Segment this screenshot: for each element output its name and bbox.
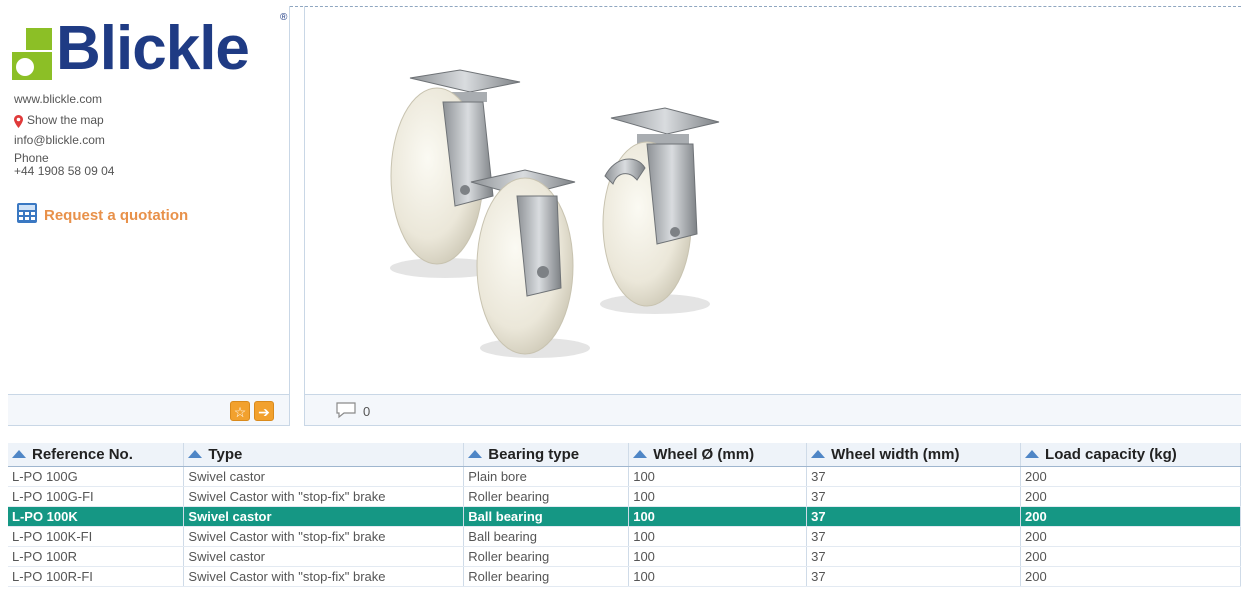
cell-bearing: Roller bearing [463, 566, 630, 587]
logo-mark [10, 28, 52, 80]
table-row[interactable]: L-PO 100G-FI Swivel Castor with "stop-fi… [8, 486, 1241, 507]
brand-name: Blickle [56, 14, 250, 83]
cell-diameter: 100 [628, 546, 808, 567]
cell-type: Swivel castor [183, 546, 465, 567]
contact-block: www.blickle.com Show the map info@blickl… [14, 92, 114, 178]
sort-asc-icon [811, 450, 826, 458]
cell-type: Swivel Castor with "stop-fix" brake [183, 526, 465, 547]
cell-load: 200 [1020, 566, 1241, 587]
map-pin-icon [14, 114, 23, 128]
email-link[interactable]: info@blickle.com [14, 133, 105, 148]
table-row-selected[interactable]: L-PO 100K Swivel castor Ball bearing 100… [8, 506, 1241, 527]
cell-load: 200 [1020, 486, 1241, 507]
cell-width: 37 [806, 466, 1022, 487]
cell-width: 37 [806, 486, 1022, 507]
table-row[interactable]: L-PO 100R-FI Swivel Castor with "stop-fi… [8, 566, 1241, 587]
cell-reference: L-PO 100G [8, 466, 185, 487]
cell-diameter: 100 [628, 486, 808, 507]
col-wheel-width[interactable]: Wheel width (mm) [806, 443, 1022, 467]
col-type[interactable]: Type [183, 443, 465, 467]
table-row[interactable]: L-PO 100R Swivel castor Roller bearing 1… [8, 546, 1241, 567]
cell-diameter: 100 [628, 506, 808, 527]
product-image[interactable] [375, 56, 795, 386]
cell-diameter: 100 [628, 466, 808, 487]
col-load-capacity[interactable]: Load capacity (kg) [1020, 443, 1241, 467]
cell-bearing: Ball bearing [463, 506, 630, 527]
brand-logo[interactable]: Blickle [10, 14, 250, 83]
supplier-sidebar: Blickle ® www.blickle.com Show the map i… [8, 6, 290, 394]
col-reference[interactable]: Reference No. [8, 443, 185, 467]
cell-reference: L-PO 100G-FI [8, 486, 185, 507]
sort-asc-icon [188, 450, 203, 458]
request-quotation-button[interactable]: Request a quotation [16, 202, 188, 229]
cell-width: 37 [806, 546, 1022, 567]
sidebar-footer: ☆ ➔ [8, 394, 290, 426]
cell-bearing: Roller bearing [463, 486, 630, 507]
cell-bearing: Ball bearing [463, 526, 630, 547]
cell-diameter: 100 [628, 566, 808, 587]
arrow-right-icon[interactable]: ➔ [254, 401, 274, 421]
request-quotation-label: Request a quotation [44, 207, 189, 224]
col-bearing-type[interactable]: Bearing type [463, 443, 630, 467]
calculator-icon [16, 202, 38, 229]
sort-asc-icon [12, 450, 26, 458]
phone-label: Phone [14, 151, 49, 165]
product-image-area [304, 6, 1241, 394]
col-wheel-diameter[interactable]: Wheel Ø (mm) [628, 443, 808, 467]
cell-bearing: Plain bore [463, 466, 630, 487]
website-link[interactable]: www.blickle.com [14, 92, 102, 107]
registered-mark: ® [280, 12, 288, 23]
phone-number: +44 1908 58 09 04 [14, 164, 115, 178]
sort-asc-icon [468, 450, 483, 458]
cell-reference: L-PO 100K [8, 506, 185, 527]
cell-type: Swivel Castor with "stop-fix" brake [183, 486, 465, 507]
cell-load: 200 [1020, 506, 1241, 527]
cell-width: 37 [806, 566, 1022, 587]
cell-load: 200 [1020, 546, 1241, 567]
cell-reference: L-PO 100R-FI [8, 566, 185, 587]
cell-load: 200 [1020, 526, 1241, 547]
table-row[interactable]: L-PO 100K-FI Swivel Castor with "stop-fi… [8, 526, 1241, 547]
cell-load: 200 [1020, 466, 1241, 487]
image-footer: 0 [304, 394, 1241, 426]
cell-type: Swivel castor [183, 466, 465, 487]
sort-asc-icon [633, 450, 648, 458]
cell-reference: L-PO 100K-FI [8, 526, 185, 547]
sort-asc-icon [1025, 450, 1040, 458]
table-header-row: Reference No. Type Bearing type Wheel Ø … [8, 443, 1241, 467]
cell-width: 37 [806, 526, 1022, 547]
comment-count: 0 [363, 404, 371, 419]
comment-icon [335, 401, 357, 422]
cell-diameter: 100 [628, 526, 808, 547]
comments-button[interactable]: 0 [335, 401, 370, 422]
product-table: Reference No. Type Bearing type Wheel Ø … [8, 443, 1241, 587]
cell-bearing: Roller bearing [463, 546, 630, 567]
show-map-link[interactable]: Show the map [27, 113, 104, 128]
cell-reference: L-PO 100R [8, 546, 185, 567]
cell-type: Swivel Castor with "stop-fix" brake [183, 566, 465, 587]
star-icon[interactable]: ☆ [230, 401, 250, 421]
table-row[interactable]: L-PO 100G Swivel castor Plain bore 100 3… [8, 466, 1241, 487]
cell-width: 37 [806, 506, 1022, 527]
cell-type: Swivel castor [183, 506, 465, 527]
